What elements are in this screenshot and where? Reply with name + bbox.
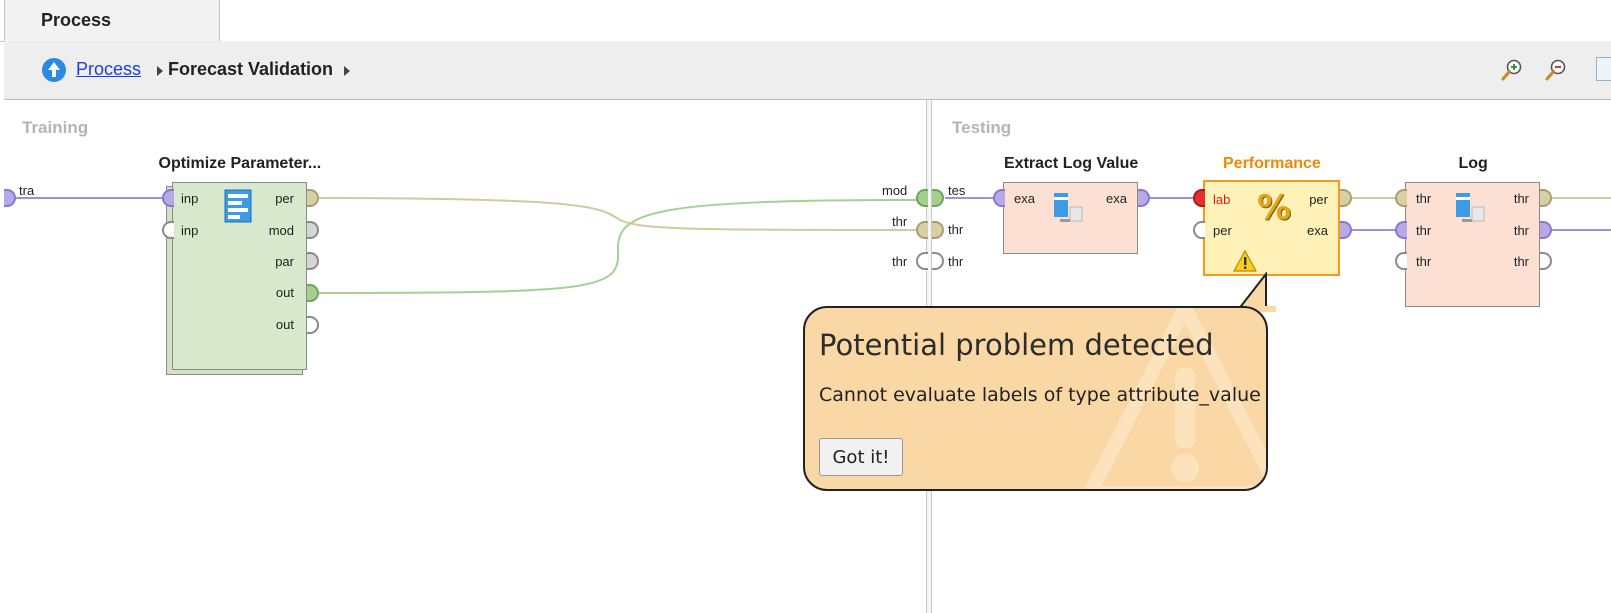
port-label: exa xyxy=(1106,191,1127,206)
subprocess-input-label: thr xyxy=(948,254,964,269)
operator-title-optimize[interactable]: Optimize Parameter... xyxy=(159,155,322,173)
port-label: thr xyxy=(1416,254,1432,269)
subprocess-input-label: thr xyxy=(948,222,964,237)
got-it-button[interactable]: Got it! xyxy=(819,438,903,476)
percent-icon: % xyxy=(1257,188,1292,228)
log-input-port-3[interactable] xyxy=(1395,252,1407,270)
subprocess-output-label: thr xyxy=(892,254,908,269)
port-label: out xyxy=(275,285,294,300)
popup-title: Potential problem detected xyxy=(819,328,1214,362)
performance-input-port-lab[interactable] xyxy=(1193,189,1205,207)
operator-optimize[interactable]: inp inp per mod par out out xyxy=(172,182,307,370)
performance-input-port-per[interactable] xyxy=(1193,221,1205,239)
extract-input-port[interactable] xyxy=(993,189,1005,207)
operator-title-log[interactable]: Log xyxy=(1459,155,1488,173)
port-label: thr xyxy=(1416,223,1432,238)
port-label: lab xyxy=(1213,192,1231,207)
log-input-port-2[interactable] xyxy=(1395,221,1407,239)
log-extract-icon xyxy=(1054,193,1083,222)
warning-popup: Potential problem detected Cannot evalua… xyxy=(803,306,1268,491)
port-label: inp xyxy=(181,191,199,206)
subprocess-output-label: mod xyxy=(882,183,908,198)
port-label: exa xyxy=(1014,191,1035,206)
operator-extract-log-value[interactable]: exa exa xyxy=(1003,182,1138,254)
wire-performance-to-thr xyxy=(311,197,919,231)
subprocess-output-port-thr-2[interactable] xyxy=(916,252,928,270)
subprocess-output-port-mod[interactable] xyxy=(916,189,928,207)
port-label: exa xyxy=(1307,223,1328,238)
port-label: thr xyxy=(1513,254,1529,269)
optimize-input-port-1[interactable] xyxy=(162,189,174,207)
wire-out-to-mod xyxy=(311,199,919,294)
subprocess-output-label: thr xyxy=(892,214,908,229)
port-label: per xyxy=(1213,223,1232,238)
process-input-label: tra xyxy=(19,183,35,198)
port-label: out xyxy=(275,317,294,332)
port-label: thr xyxy=(1513,223,1529,238)
port-label: thr xyxy=(1513,191,1529,206)
port-label: mod xyxy=(268,223,294,238)
subprocess-output-port-thr-1[interactable] xyxy=(916,221,928,239)
optimize-list-icon xyxy=(224,189,252,223)
port-label: per xyxy=(1309,192,1328,207)
operator-performance[interactable]: % lab per per exa xyxy=(1203,180,1340,276)
port-label: thr xyxy=(1416,191,1432,206)
operator-title-extract[interactable]: Extract Log Value xyxy=(1004,155,1138,173)
port-label: per xyxy=(275,191,294,206)
log-icon xyxy=(1456,193,1485,222)
popup-message: Cannot evaluate labels of type attribute… xyxy=(819,384,1261,406)
log-input-port-1[interactable] xyxy=(1395,189,1407,207)
operator-log[interactable]: thr thr thr thr thr thr xyxy=(1405,182,1540,307)
port-label: par xyxy=(275,254,294,269)
operator-title-performance[interactable]: Performance xyxy=(1223,155,1321,173)
optimize-input-port-2[interactable] xyxy=(162,221,174,239)
port-label: inp xyxy=(181,223,199,238)
subprocess-input-label: tes xyxy=(948,183,966,198)
warning-icon[interactable] xyxy=(1233,250,1257,272)
